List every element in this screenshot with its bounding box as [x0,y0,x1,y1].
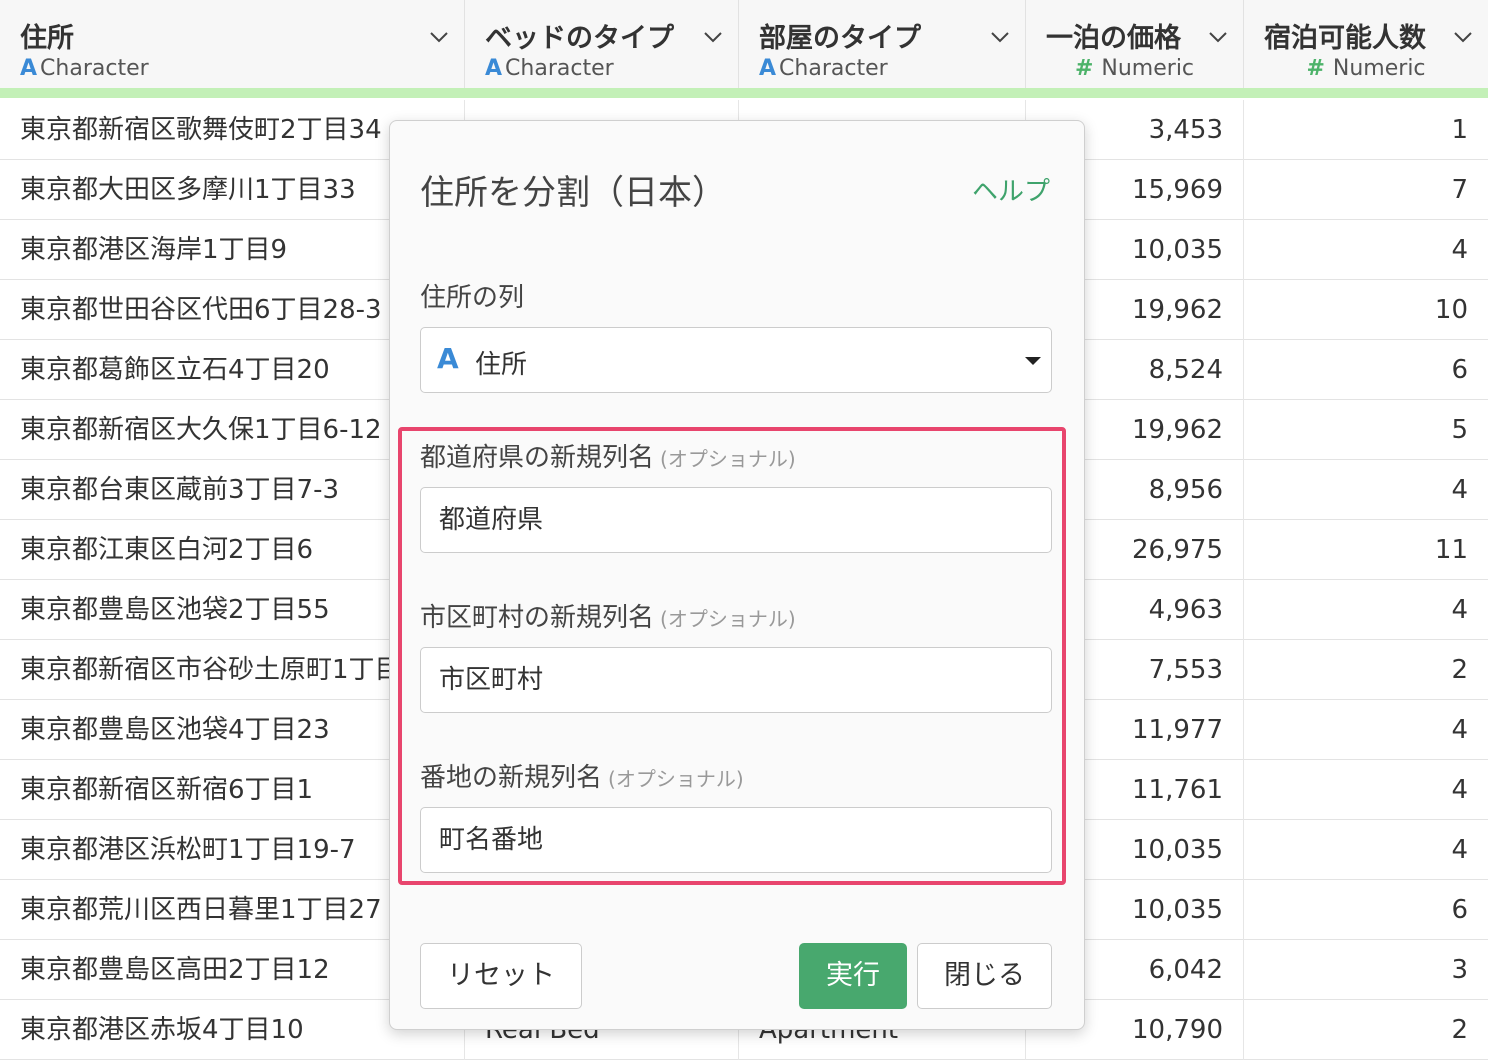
column-header-address[interactable]: 住所 A Character [0,0,465,88]
capacity-cell[interactable]: 3 [1244,940,1488,1000]
capacity-cell[interactable]: 1 [1244,100,1488,160]
column-type: A Character [485,56,614,81]
capacity-cell[interactable]: 10 [1244,280,1488,340]
capacity-cell[interactable]: 4 [1244,580,1488,640]
capacity-cell[interactable]: 7 [1244,160,1488,220]
table-header: 住所 A Character ベッドのタイプ A Character 部屋のタイプ … [0,0,1488,88]
city-column-input[interactable]: 市区町村 [420,647,1052,713]
optional-hint: (オプショナル) [660,607,796,631]
capacity-cell[interactable]: 6 [1244,880,1488,940]
capacity-cell[interactable]: 4 [1244,820,1488,880]
capacity-cell[interactable]: 6 [1244,340,1488,400]
column-header-bed-type[interactable]: ベッドのタイプ A Character [465,0,739,88]
capacity-cell[interactable]: 11 [1244,520,1488,580]
address-column-select[interactable]: A 住所 [420,327,1052,393]
chevron-down-icon[interactable] [1207,26,1229,48]
capacity-cell[interactable]: 4 [1244,760,1488,820]
capacity-cell[interactable]: 2 [1244,640,1488,700]
numeric-type-icon: # [1306,56,1325,81]
prefecture-column-input[interactable]: 都道府県 [420,487,1052,553]
capacity-cell[interactable]: 5 [1244,400,1488,460]
run-button[interactable]: 実行 [799,943,907,1009]
chevron-down-icon[interactable] [428,26,450,48]
column-header-capacity[interactable]: 宿泊可能人数 # Numeric [1244,0,1488,88]
column-name: 住所 [20,23,74,54]
column-type: # Numeric [1074,56,1195,81]
optional-hint: (オプショナル) [608,767,744,791]
numeric-type-icon: # [1074,56,1094,81]
street-column-input[interactable]: 町名番地 [420,807,1052,873]
street-label: 番地の新規列名 (オプショナル) [420,763,744,793]
caret-down-icon [1025,357,1041,365]
capacity-cell[interactable]: 4 [1244,460,1488,520]
column-header-room-type[interactable]: 部屋のタイプ A Character [739,0,1026,88]
column-type: A Character [759,56,888,81]
column-quality-bar [0,88,1488,98]
column-name: 部屋のタイプ [759,23,921,54]
column-name: 一泊の価格 [1046,23,1181,54]
character-type-icon: A [759,56,777,81]
close-button[interactable]: 閉じる [917,943,1052,1009]
column-name: 宿泊可能人数 [1264,23,1426,54]
column-header-price[interactable]: 一泊の価格 # Numeric [1026,0,1244,88]
chevron-down-icon[interactable] [702,26,724,48]
dialog-title: 住所を分割（日本） [420,173,726,213]
prefecture-label: 都道府県の新規列名 (オプショナル) [420,443,796,473]
chevron-down-icon[interactable] [1452,26,1474,48]
city-label: 市区町村の新規列名 (オプショナル) [420,603,796,633]
split-address-dialog: 住所を分割（日本） ヘルプ 住所の列 A 住所 都道府県の新規列名 (オプショナル… [389,120,1085,1030]
optional-hint: (オプショナル) [660,447,796,471]
column-name: ベッドのタイプ [485,23,674,54]
reset-button[interactable]: リセット [420,943,582,1009]
character-type-icon: A [437,342,459,375]
character-type-icon: A [485,56,503,81]
character-type-icon: A [20,56,38,81]
capacity-cell[interactable]: 2 [1244,1000,1488,1060]
column-type: A Character [20,56,149,81]
capacity-cell[interactable]: 4 [1244,220,1488,280]
chevron-down-icon[interactable] [989,26,1011,48]
capacity-cell[interactable]: 4 [1244,700,1488,760]
help-link[interactable]: ヘルプ [972,171,1050,208]
address-column-label: 住所の列 [420,283,525,313]
address-column-value: 住所 [475,350,528,380]
column-type: # Numeric [1306,56,1426,81]
